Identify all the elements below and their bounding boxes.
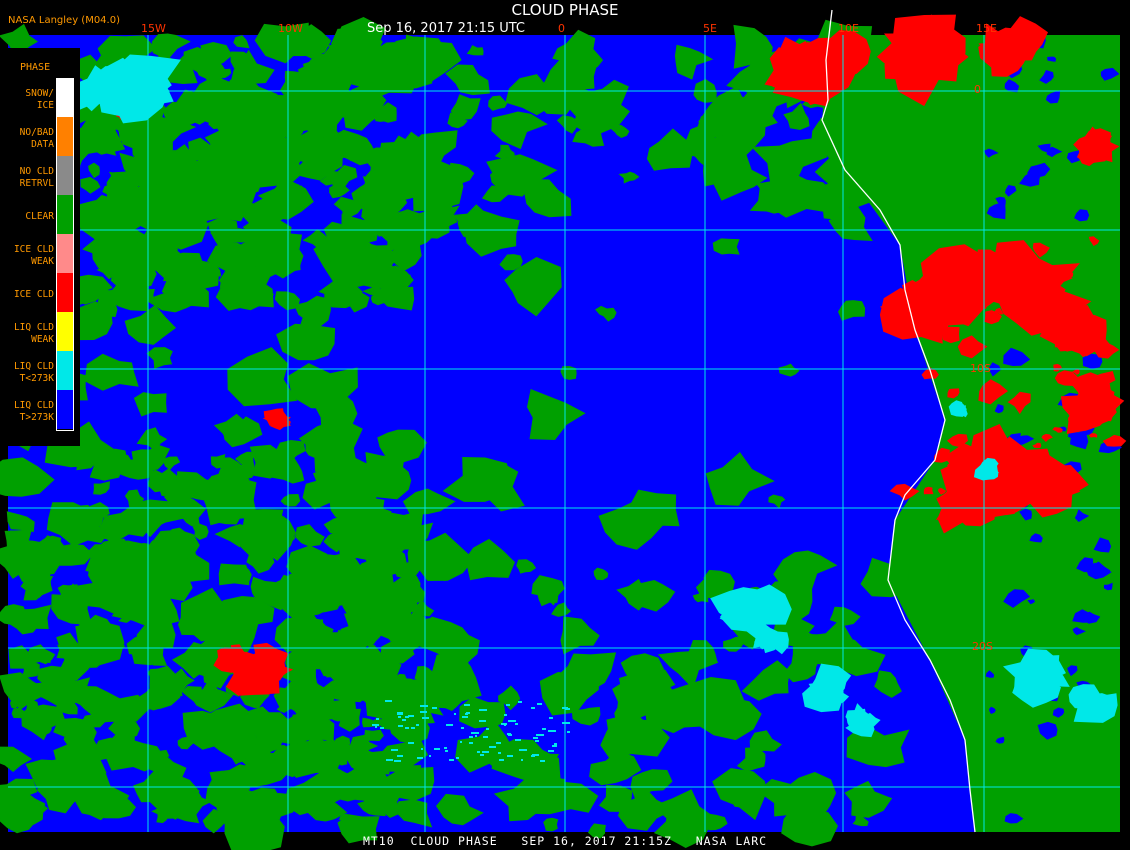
legend-title: PHASE [20, 62, 51, 73]
lon-label-10w: 10W [278, 22, 303, 35]
lon-label-15w: 15W [141, 22, 166, 35]
legend-item-label: NO CLD RETRVL [19, 166, 54, 189]
legend-item-label: ICE CLD WEAK [13, 244, 54, 267]
lon-label-5e: 5E [703, 22, 717, 35]
footer-caption: MT10 CLOUD PHASE SEP 16, 2017 21:15Z NAS… [362, 834, 768, 848]
legend-item-label: LIQ CLD T<273K [13, 361, 54, 384]
legend-item-label: ICE CLD [13, 289, 54, 300]
legend-item-label: CLEAR [25, 211, 54, 222]
lat-label-10s: 10S [970, 362, 991, 375]
lat-label-20s: 20S [972, 640, 993, 653]
lon-label-15e: 15E [976, 22, 997, 35]
lon-label-0: 0 [558, 22, 565, 35]
map-title: CLOUD PHASE [511, 1, 619, 19]
lat-label-0: 0 [974, 83, 981, 96]
legend-swatch-border [56, 78, 74, 431]
legend-item-label: LIQ CLD T>273K [13, 400, 54, 423]
cloud-phase-map [0, 9, 1127, 850]
legend-item-label: LIQ CLD WEAK [13, 322, 54, 345]
legend-item-label: SNOW/ ICE [25, 88, 54, 111]
lon-label-10e: 10E [838, 22, 859, 35]
phase-legend: PHASE SNOW/ ICE NO/BAD DATA NO CLD RETRVL C… [0, 48, 80, 446]
map-timestamp: Sep 16, 2017 21:15 UTC [366, 21, 526, 36]
legend-item-label: NO/BAD DATA [19, 127, 54, 150]
